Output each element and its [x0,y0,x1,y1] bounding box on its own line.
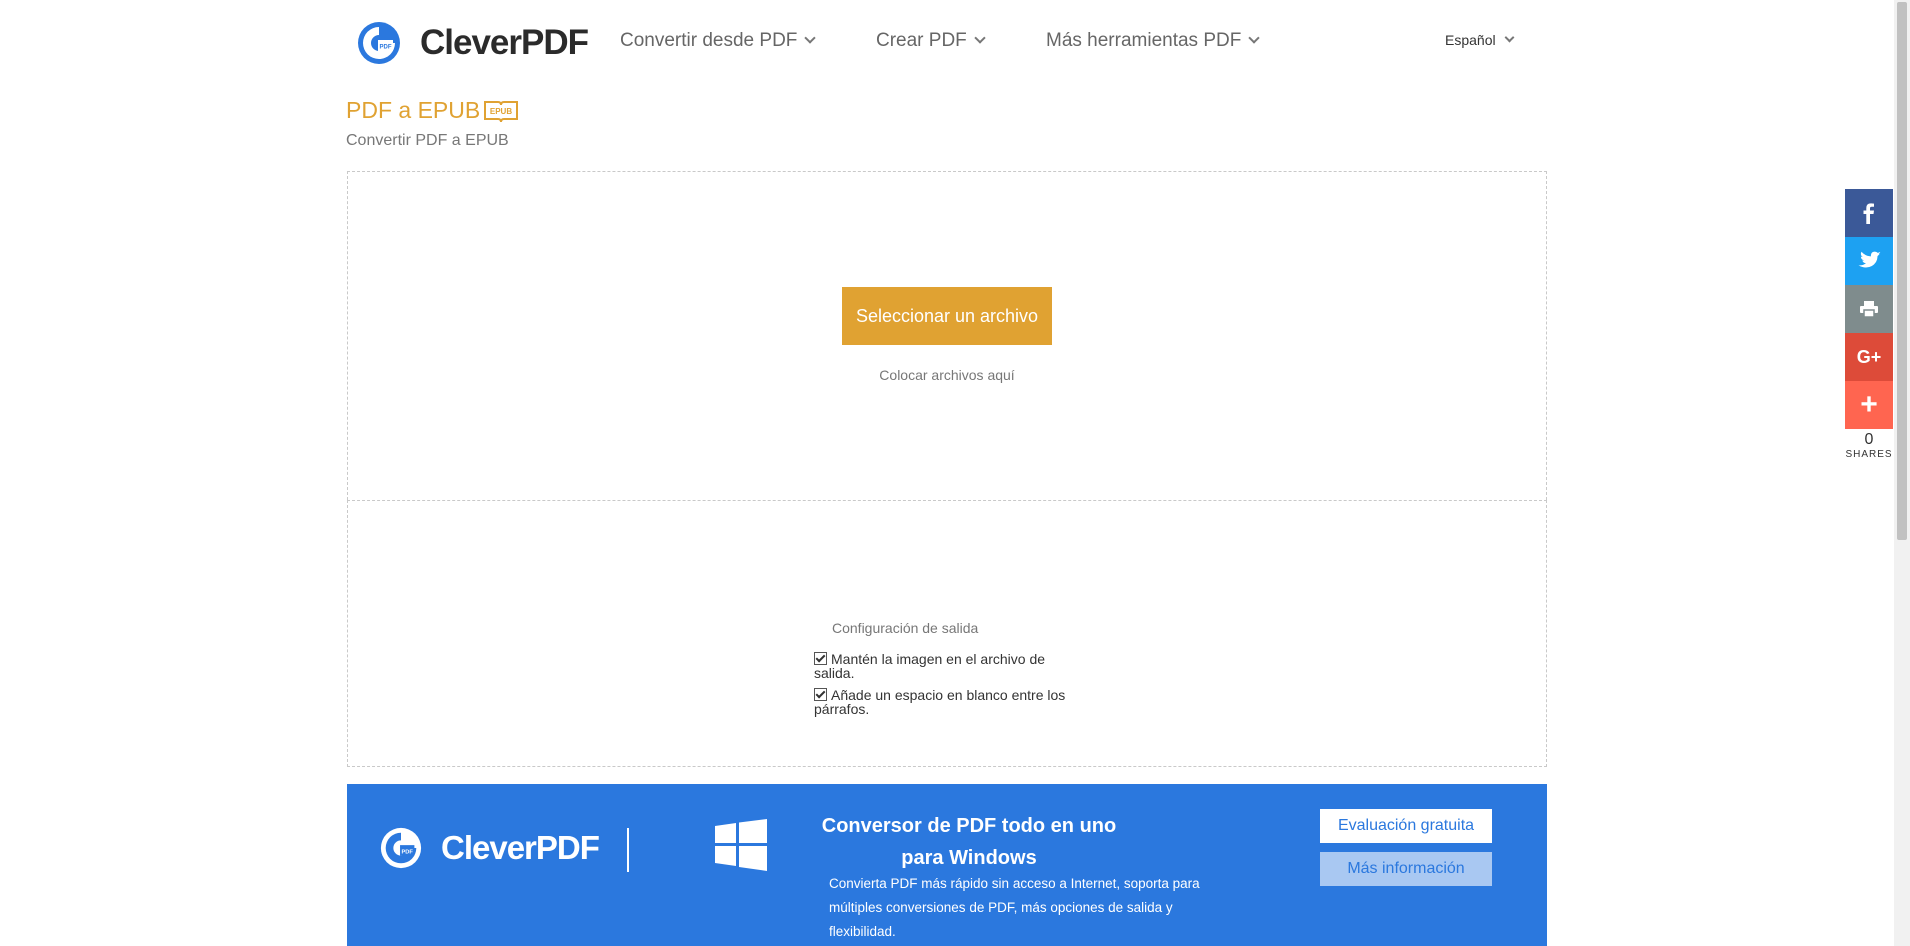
page-scrollbar[interactable] [1894,0,1910,946]
chevron-down-icon [1248,32,1261,44]
google-plus-share-button[interactable]: G+ [1845,333,1893,381]
banner-description: Convierta PDF más rápido sin acceso a In… [829,876,1200,939]
option-add-paragraph-spacing[interactable]: Añade un espacio en blanco entre los pár… [814,688,1076,716]
facebook-icon [1863,203,1874,224]
share-label: SHARES [1845,449,1893,460]
chevron-down-icon [804,32,817,44]
drop-files-hint: Colocar archivos aquí [879,367,1015,383]
twitter-icon [1858,251,1881,268]
windows-icon [715,819,767,871]
checkbox-keep-images[interactable] [814,652,827,665]
free-trial-button[interactable]: Evaluación gratuita [1320,809,1492,843]
language-selector[interactable]: Español [1445,32,1515,48]
banner-logo: PDF CleverPDF [379,826,600,870]
chevron-down-icon [1504,32,1515,42]
scrollbar-thumb[interactable] [1897,2,1907,540]
nav-label: Más herramientas PDF [1046,30,1242,51]
page-subtitle: Convertir PDF a EPUB [346,132,509,149]
svg-text:PDF: PDF [401,849,413,855]
cleverpdf-logo-icon: PDF [380,827,422,869]
twitter-share-button[interactable] [1845,237,1893,285]
cleverpdf-logo[interactable]: PDF CleverPDF [356,20,589,66]
option-label: Añade un espacio en blanco entre los pár… [814,687,1066,717]
epub-book-icon: EPUB [484,101,518,123]
facebook-share-button[interactable] [1845,189,1893,237]
print-icon [1860,301,1878,318]
cleverpdf-logo-icon: PDF [358,22,400,64]
more-share-button[interactable]: + [1845,381,1893,429]
windows-promo-banner: PDF CleverPDF Conversor de PDF todo en u… [347,784,1547,946]
banner-title: Conversor de PDF todo en uno para Window… [821,815,1117,869]
svg-text:PDF: PDF [380,45,392,51]
nav-convert-from-pdf[interactable]: Convertir desde PDF [620,30,817,52]
page-title: PDF a EPUB [346,97,481,123]
nav-create-pdf[interactable]: Crear PDF [876,30,986,52]
banner-logo-text: CleverPDF [441,829,600,866]
nav-more-tools[interactable]: Más herramientas PDF [1046,30,1261,52]
checkbox-paragraph-spacing[interactable] [814,688,827,701]
social-share-bar: G+ + 0 SHARES [1845,189,1893,461]
language-label: Español [1445,32,1496,48]
nav-label: Convertir desde PDF [620,30,798,51]
settings-title: Configuración de salida [832,620,979,636]
nav-label: Crear PDF [876,30,967,51]
plus-icon: + [1860,388,1878,421]
select-file-button[interactable]: Seleccionar un archivo [842,287,1052,345]
option-label: Mantén la imagen en el archivo de salida… [814,651,1046,681]
banner-divider [627,828,629,872]
option-keep-images[interactable]: Mantén la imagen en el archivo de salida… [814,652,1076,680]
logo-text: CleverPDF [420,23,589,62]
svg-text:EPUB: EPUB [490,107,512,116]
print-share-button[interactable] [1845,285,1893,333]
chevron-down-icon [974,32,986,44]
google-plus-icon: G+ [1856,346,1882,367]
more-info-button[interactable]: Más información [1320,852,1492,886]
share-count: 0 [1864,431,1874,448]
